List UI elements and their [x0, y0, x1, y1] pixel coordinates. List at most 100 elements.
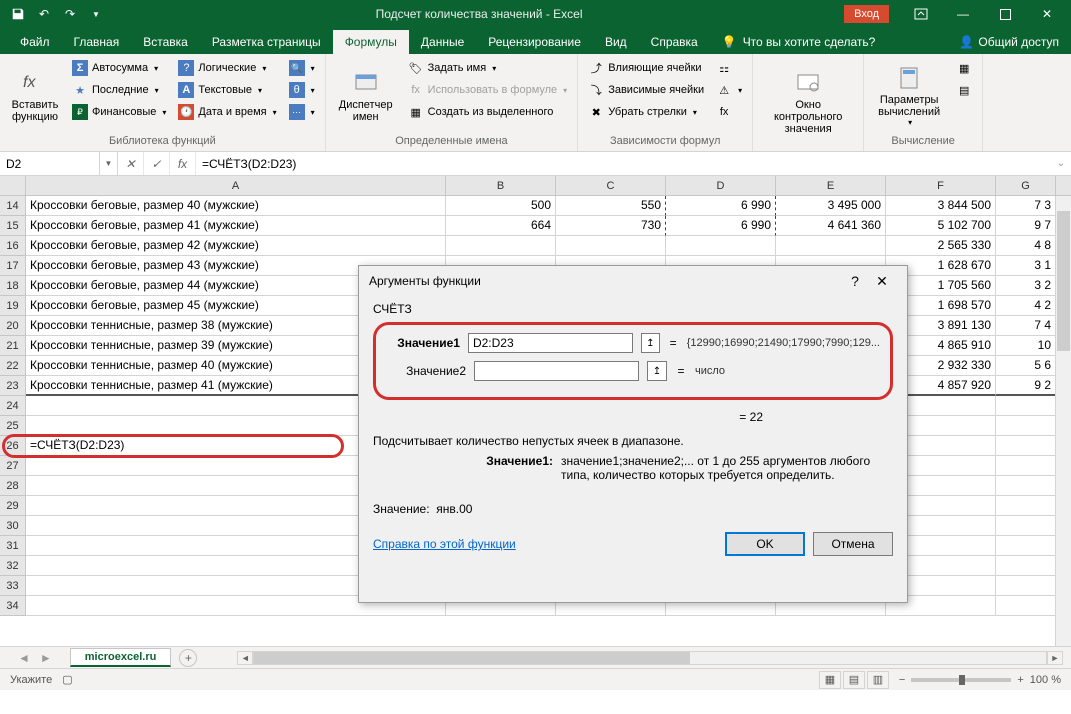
name-box-dropdown[interactable]: ▼	[100, 152, 118, 175]
cell[interactable]: 6 990	[666, 216, 776, 236]
create-from-selection-button[interactable]: ▦Создать из выделенного	[404, 102, 572, 122]
hscroll-right-icon[interactable]: ►	[1047, 651, 1063, 665]
select-all-corner[interactable]	[0, 176, 26, 195]
evaluate-button[interactable]: fx	[712, 102, 746, 122]
hscroll-left-icon[interactable]: ◄	[237, 651, 253, 665]
row-header[interactable]: 24	[0, 396, 26, 416]
cell[interactable]	[996, 516, 1056, 536]
minimize-icon[interactable]: —	[943, 0, 983, 28]
cell[interactable]	[996, 416, 1056, 436]
trace-dependents-button[interactable]: ⤵Зависимые ячейки	[584, 80, 708, 100]
redo-icon[interactable]: ↷	[58, 3, 82, 25]
horizontal-scrollbar[interactable]	[253, 651, 1047, 665]
cell[interactable]: 9 2	[996, 376, 1056, 396]
col-header-G[interactable]: G	[996, 176, 1056, 195]
cell[interactable]: Кроссовки беговые, размер 41 (мужские)	[26, 216, 446, 236]
cell[interactable]: 3 495 000	[776, 196, 886, 216]
cell[interactable]	[996, 536, 1056, 556]
row-header[interactable]: 34	[0, 596, 26, 616]
row-header[interactable]: 28	[0, 476, 26, 496]
tell-me-search[interactable]: 💡Что вы хотите сделать?	[710, 30, 888, 54]
ribbon-options-icon[interactable]	[901, 0, 941, 28]
cell[interactable]	[996, 456, 1056, 476]
row-header[interactable]: 33	[0, 576, 26, 596]
col-header-E[interactable]: E	[776, 176, 886, 195]
cell[interactable]: 500	[446, 196, 556, 216]
row-header[interactable]: 23	[0, 376, 26, 396]
tab-insert[interactable]: Вставка	[131, 30, 200, 54]
cell[interactable]: 7 4	[996, 316, 1056, 336]
sheet-nav-prev-icon[interactable]: ◄	[18, 651, 30, 665]
col-header-A[interactable]: A	[26, 176, 446, 195]
calc-sheet-button[interactable]: ▤	[952, 80, 976, 100]
row-header[interactable]: 26	[0, 436, 26, 456]
page-layout-icon[interactable]: ▤	[843, 671, 865, 689]
add-sheet-button[interactable]: +	[179, 649, 197, 667]
fx-button[interactable]: fx	[170, 152, 196, 175]
col-header-B[interactable]: B	[446, 176, 556, 195]
cell[interactable]: 664	[446, 216, 556, 236]
cell[interactable]: 5 6	[996, 356, 1056, 376]
col-header-C[interactable]: C	[556, 176, 666, 195]
cell[interactable]	[996, 396, 1056, 416]
define-name-button[interactable]: 🏷Задать имя▾	[404, 58, 572, 78]
name-box[interactable]: D2	[0, 152, 100, 175]
cell[interactable]: 4 2	[996, 296, 1056, 316]
calc-options-button[interactable]: Параметры вычислений▾	[870, 58, 948, 133]
maximize-icon[interactable]	[985, 0, 1025, 28]
help-link[interactable]: Справка по этой функции	[373, 537, 516, 551]
sheet-tab-active[interactable]: microexcel.ru	[70, 648, 172, 667]
page-break-icon[interactable]: ▥	[867, 671, 889, 689]
row-header[interactable]: 27	[0, 456, 26, 476]
recent-button[interactable]: ★Последние▾	[68, 80, 170, 100]
col-header-F[interactable]: F	[886, 176, 996, 195]
save-icon[interactable]	[6, 3, 30, 25]
cell[interactable]: 6 990	[666, 196, 776, 216]
row-header[interactable]: 16	[0, 236, 26, 256]
row-header[interactable]: 14	[0, 196, 26, 216]
cell[interactable]: 10	[996, 336, 1056, 356]
row-header[interactable]: 17	[0, 256, 26, 276]
cell[interactable]	[556, 236, 666, 256]
tab-home[interactable]: Главная	[62, 30, 132, 54]
cell[interactable]	[446, 236, 556, 256]
dialog-close-icon[interactable]: ✕	[867, 273, 897, 290]
cancel-formula-icon[interactable]: ✕	[118, 152, 144, 175]
cell[interactable]: Кроссовки беговые, размер 40 (мужские)	[26, 196, 446, 216]
use-in-formula-button[interactable]: fxИспользовать в формуле▾	[404, 80, 572, 100]
cell[interactable]: Кроссовки беговые, размер 42 (мужские)	[26, 236, 446, 256]
logical-button[interactable]: ?Логические▾	[174, 58, 280, 78]
math-button[interactable]: θ▾	[285, 80, 319, 100]
more-fn-button[interactable]: ⋯▾	[285, 102, 319, 122]
row-header[interactable]: 15	[0, 216, 26, 236]
cell[interactable]: 5 102 700	[886, 216, 996, 236]
arg1-ref-button[interactable]: ↥	[641, 333, 660, 353]
vertical-scrollbar[interactable]	[1055, 196, 1071, 646]
row-header[interactable]: 21	[0, 336, 26, 356]
cell[interactable]	[996, 496, 1056, 516]
trace-precedents-button[interactable]: ⤴Влияющие ячейки	[584, 58, 708, 78]
error-check-button[interactable]: ⚠▾	[712, 80, 746, 100]
normal-view-icon[interactable]: ▦	[819, 671, 841, 689]
cell[interactable]	[996, 576, 1056, 596]
cell[interactable]	[996, 596, 1056, 616]
cell[interactable]	[666, 236, 776, 256]
row-header[interactable]: 30	[0, 516, 26, 536]
tab-help[interactable]: Справка	[639, 30, 710, 54]
text-button[interactable]: AТекстовые▾	[174, 80, 280, 100]
tab-view[interactable]: Вид	[593, 30, 639, 54]
cell[interactable]: 3 1	[996, 256, 1056, 276]
cell[interactable]: 550	[556, 196, 666, 216]
cell[interactable]	[776, 236, 886, 256]
cell[interactable]: 7 3	[996, 196, 1056, 216]
formula-input[interactable]: =СЧЁТЗ(D2:D23)	[196, 152, 1051, 175]
zoom-slider[interactable]	[911, 678, 1011, 682]
row-header[interactable]: 29	[0, 496, 26, 516]
cell[interactable]: 730	[556, 216, 666, 236]
calc-now-button[interactable]: ▦	[952, 58, 976, 78]
row-header[interactable]: 32	[0, 556, 26, 576]
row-header[interactable]: 31	[0, 536, 26, 556]
expand-formula-bar-icon[interactable]: ⌄	[1051, 152, 1071, 175]
zoom-out-icon[interactable]: −	[899, 674, 905, 686]
share-button[interactable]: 👤Общий доступ	[947, 30, 1071, 54]
